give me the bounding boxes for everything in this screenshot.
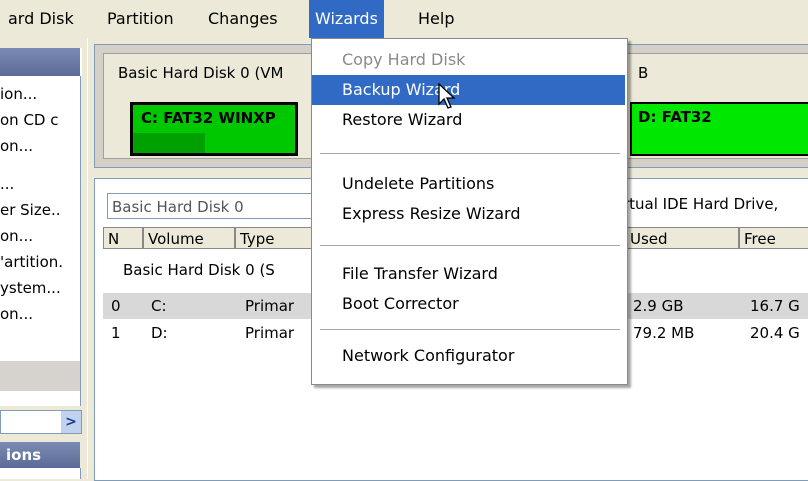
disk-title-field: Basic Hard Disk 0 (107, 193, 317, 219)
task-item[interactable]: on... (0, 302, 33, 326)
column-header-volume[interactable]: Volume (143, 227, 235, 249)
menu-bar: ard Disk Partition Changes Wizards Help (0, 0, 808, 38)
menu-item-copy-hard-disk: Copy Hard Disk (342, 50, 466, 69)
menu-item-restore-wizard[interactable]: Restore Wizard (312, 105, 625, 135)
task-item[interactable]: ystem... (0, 276, 61, 300)
partition-c-label: C: FAT32 WINXP (141, 109, 276, 127)
menu-changes[interactable]: Changes (202, 0, 284, 38)
row-0-free: 16.7 G (750, 297, 800, 315)
disk-label: Basic Hard Disk 0 (VM (118, 64, 284, 82)
task-item[interactable]: er Size.. (0, 198, 61, 222)
menu-item-undelete-partitions[interactable]: Undelete Partitions (312, 169, 625, 199)
column-header-free[interactable]: Free (739, 227, 808, 249)
task-pane-header (0, 48, 82, 76)
partition-d-block[interactable]: D: FAT32 (630, 102, 808, 156)
scroll-right-icon[interactable]: > (61, 411, 81, 433)
task-item[interactable]: on... (0, 224, 33, 248)
menu-wizards[interactable]: Wizards (309, 0, 384, 38)
row-1-type: Primar (245, 324, 295, 342)
operations-list (0, 468, 81, 479)
row-1-used: 79.2 MB (633, 324, 695, 342)
wizards-menu: Copy Hard Disk Backup Wizard Restore Wiz… (311, 38, 628, 385)
column-header-used[interactable]: Used (625, 227, 739, 249)
column-header-n[interactable]: N (103, 227, 143, 249)
menu-item-network-configurator[interactable]: Network Configurator (312, 341, 625, 371)
menu-separator (320, 245, 620, 246)
disk-label-b: B (638, 64, 649, 82)
mouse-cursor-icon (438, 82, 456, 109)
partition-c-block[interactable]: C: FAT32 WINXP (130, 102, 298, 156)
menu-separator (320, 329, 620, 330)
task-item-selected[interactable] (0, 361, 80, 391)
partition-d-label: D: FAT32 (638, 108, 712, 126)
partition-c-used-bar (133, 133, 205, 153)
operations-section-header[interactable]: ions (0, 442, 80, 468)
row-0-type: Primar (245, 297, 295, 315)
pane-splitter[interactable] (87, 38, 91, 479)
row-0-used: 2.9 GB (633, 297, 684, 315)
menu-item-boot-corrector[interactable]: Boot Corrector (312, 289, 625, 319)
menu-item-express-resize-wizard[interactable]: Express Resize Wizard (312, 199, 625, 229)
menu-item-backup-wizard[interactable]: Backup Wizard (312, 75, 625, 105)
task-list: ion... on CD c on... ... er Size.. on...… (0, 76, 81, 406)
menu-separator (320, 153, 620, 154)
task-item[interactable]: ... (0, 172, 14, 196)
menu-help[interactable]: Help (412, 0, 460, 38)
column-header-type[interactable]: Type (235, 227, 315, 249)
menu-partition[interactable]: Partition (101, 0, 180, 38)
disk-model-text: rtual IDE Hard Drive, (623, 195, 779, 213)
task-item[interactable]: on... (0, 134, 33, 158)
horizontal-scrollbar[interactable]: > (0, 410, 82, 434)
disk-group-label: Basic Hard Disk 0 (S (123, 261, 275, 279)
task-item[interactable]: ion... (0, 82, 37, 106)
menu-item-file-transfer-wizard[interactable]: File Transfer Wizard (312, 259, 625, 289)
row-0-volume: C: (151, 297, 167, 315)
task-item[interactable]: on CD c (0, 108, 59, 132)
row-1-volume: D: (151, 324, 168, 342)
row-0-n: 0 (111, 297, 121, 315)
row-1-free: 20.4 G (750, 324, 800, 342)
task-item[interactable]: 'artition. (0, 250, 63, 274)
left-task-pane: ion... on CD c on... ... er Size.. on...… (0, 38, 87, 479)
row-1-n: 1 (111, 324, 121, 342)
menu-hard-disk[interactable]: ard Disk (2, 0, 80, 38)
